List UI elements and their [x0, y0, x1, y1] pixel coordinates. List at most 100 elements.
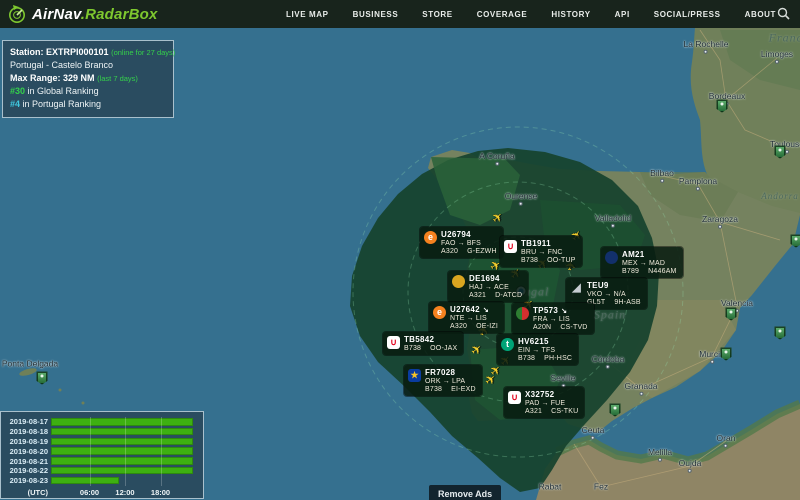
nav-item-api[interactable]: API — [615, 10, 630, 19]
country-label: France — [769, 31, 800, 46]
aircraft-type-reg: A20NCS-TVD — [533, 324, 588, 331]
city-label: La Rochelle — [684, 39, 729, 54]
search-icon[interactable] — [777, 7, 790, 25]
route-arrival: BFS — [467, 240, 481, 247]
flight-label-de1694[interactable]: DE1694HAJ→ACEA321D-ATCD — [448, 271, 528, 302]
route-arrow-icon: → — [485, 284, 492, 291]
city-label: Fez — [594, 482, 608, 492]
route-arrow-icon: → — [550, 316, 557, 323]
aircraft-registration: OO-TUP — [547, 257, 575, 264]
flight-label-hv6215[interactable]: tHV6215EIN→TFSB738PH-HSC — [497, 334, 578, 365]
flight-route: NTE→LIS — [450, 315, 498, 322]
aircraft-type: A320 — [441, 248, 458, 255]
flight-number: HV6215 — [518, 337, 572, 346]
flight-label-tp573[interactable]: TP573↘FRA→LISA20NCS-TVD — [512, 303, 594, 334]
flight-label-text: X32752PAD→FUEA321CS-TKU — [525, 390, 578, 415]
uptime-bar — [51, 438, 193, 446]
flight-route: EIN→TFS — [518, 347, 572, 354]
aircraft-registration: CS-TKU — [551, 408, 578, 415]
flight-label-text: TEU9VKO→N/AGL5T9H-ASB — [587, 281, 641, 306]
flight-label-fr7028[interactable]: ★FR7028ORK→LPAB738EI-EXD — [404, 365, 482, 396]
aircraft-type-reg: A321D-ATCD — [469, 292, 522, 299]
station-id: EXTRPI000101 — [46, 47, 109, 57]
flight-number: TB1911 — [521, 239, 576, 248]
city-label: Rabat — [539, 482, 562, 492]
route-arrival: LPA — [452, 378, 465, 385]
flight-label-tb1911[interactable]: ∪TB1911BRU→FNCB738OO-TUP — [500, 236, 582, 267]
flight-number: DE1694 — [469, 274, 522, 283]
nav-item-coverage[interactable]: COVERAGE — [477, 10, 528, 19]
uptime-bar — [51, 477, 119, 485]
flight-label-text: U27642↘NTE→LISA320OE-IZI — [450, 305, 498, 330]
route-departure: HAJ — [469, 284, 483, 291]
flight-number: U26794 — [441, 230, 497, 239]
city-marker-dot — [658, 458, 662, 462]
uptime-date-label: 2019-08-23 — [1, 476, 51, 485]
shield-dot — [725, 351, 728, 354]
nav-item-social-press[interactable]: SOCIAL/PRESS — [654, 10, 721, 19]
route-arrow-icon: → — [604, 291, 611, 298]
flight-label-am21[interactable]: AM21MEX→MADB789N446AM — [601, 247, 683, 278]
route-departure: PAD — [525, 400, 539, 407]
aircraft-type: A321 — [525, 408, 542, 415]
city-label-text: Valencia — [721, 298, 753, 308]
aircraft-type: A320 — [450, 323, 467, 330]
city-label: Granada — [624, 381, 657, 396]
city-marker-dot — [660, 179, 664, 183]
nav-item-store[interactable]: STORE — [422, 10, 452, 19]
flight-number: AM21 — [622, 250, 677, 259]
flight-number: TB5842 — [404, 335, 457, 344]
time-tick-label: 06:00 — [80, 488, 99, 497]
nav-item-about[interactable]: ABOUT — [745, 10, 776, 19]
flight-label-u27642[interactable]: e U27642↘NTE→LISA320OE-IZI — [429, 302, 504, 333]
flight-label-x32752[interactable]: ∪X32752PAD→FUEA321CS-TKU — [504, 387, 584, 418]
uptime-row: 2019-08-21 — [1, 456, 193, 466]
airline-logo-easyjet-europe-icon: e — [433, 306, 446, 319]
city-label: Bilbao — [650, 168, 674, 183]
chart-gridline — [125, 417, 126, 486]
radar-logo-icon — [7, 4, 27, 24]
uptime-bar — [51, 457, 193, 465]
uptime-rows: 2019-08-172019-08-182019-08-192019-08-20… — [1, 417, 193, 486]
flight-label-text: HV6215EIN→TFSB738 PH-HSC — [518, 337, 572, 362]
city-label: Pamplona — [679, 176, 717, 191]
aircraft-type-reg: A321 CS-TKU — [525, 408, 578, 415]
uptime-bar — [51, 418, 193, 426]
descent-arrow-icon: ↘ — [561, 308, 567, 315]
airline-logo-tui-fly-belgium-icon: ∪ — [387, 336, 400, 349]
city-label-text: Oujda — [679, 458, 702, 468]
nav-item-live-map[interactable]: LIVE MAP — [286, 10, 329, 19]
nav-item-business[interactable]: BUSINESS — [353, 10, 399, 19]
city-label: Zaragoza — [702, 214, 738, 229]
route-departure: VKO — [587, 291, 602, 298]
airline-logo-tap-air-portugal-icon — [516, 307, 529, 320]
uptime-bar — [51, 447, 193, 455]
city-label: Córdoba — [592, 354, 625, 369]
nav-item-history[interactable]: HISTORY — [551, 10, 590, 19]
uptime-row: 2019-08-17 — [1, 417, 193, 427]
remove-ads-button[interactable]: Remove Ads — [429, 485, 501, 500]
city-label: A Coruña — [479, 151, 514, 166]
aircraft-type-reg: GL5T9H-ASB — [587, 299, 641, 306]
aircraft-registration: PH-HSC — [544, 355, 572, 362]
uptime-date-label: 2019-08-20 — [1, 447, 51, 456]
route-departure: ORK — [425, 378, 441, 385]
city-marker-dot — [710, 360, 714, 364]
city-label-text: Melilla — [648, 447, 672, 457]
aircraft-type: B738 — [518, 355, 535, 362]
aircraft-type-reg: A320G-EZWH — [441, 248, 497, 255]
flight-route: PAD→FUE — [525, 400, 578, 407]
aircraft-registration: OO-JAX — [430, 345, 457, 352]
route-arrow-icon: → — [640, 260, 647, 267]
flight-label-tb5842[interactable]: ∪TB5842B738OO-JAX — [383, 332, 463, 355]
city-marker-dot — [688, 469, 692, 473]
uptime-date-label: 2019-08-19 — [1, 437, 51, 446]
flight-label-u26794[interactable]: eU26794FAO→BFSA320G-EZWH — [420, 227, 503, 258]
uptime-date-label: 2019-08-21 — [1, 457, 51, 466]
city-label-text: Ourense — [505, 191, 538, 201]
max-range-row: Max Range: 329 NM (last 7 days) — [10, 72, 166, 85]
uptime-bar — [51, 428, 193, 436]
airline-logo-easyjet-icon: e — [424, 231, 437, 244]
aircraft-registration: CS-TVD — [560, 324, 587, 331]
brand-logo[interactable]: AirNav.RadarBox — [7, 4, 158, 24]
